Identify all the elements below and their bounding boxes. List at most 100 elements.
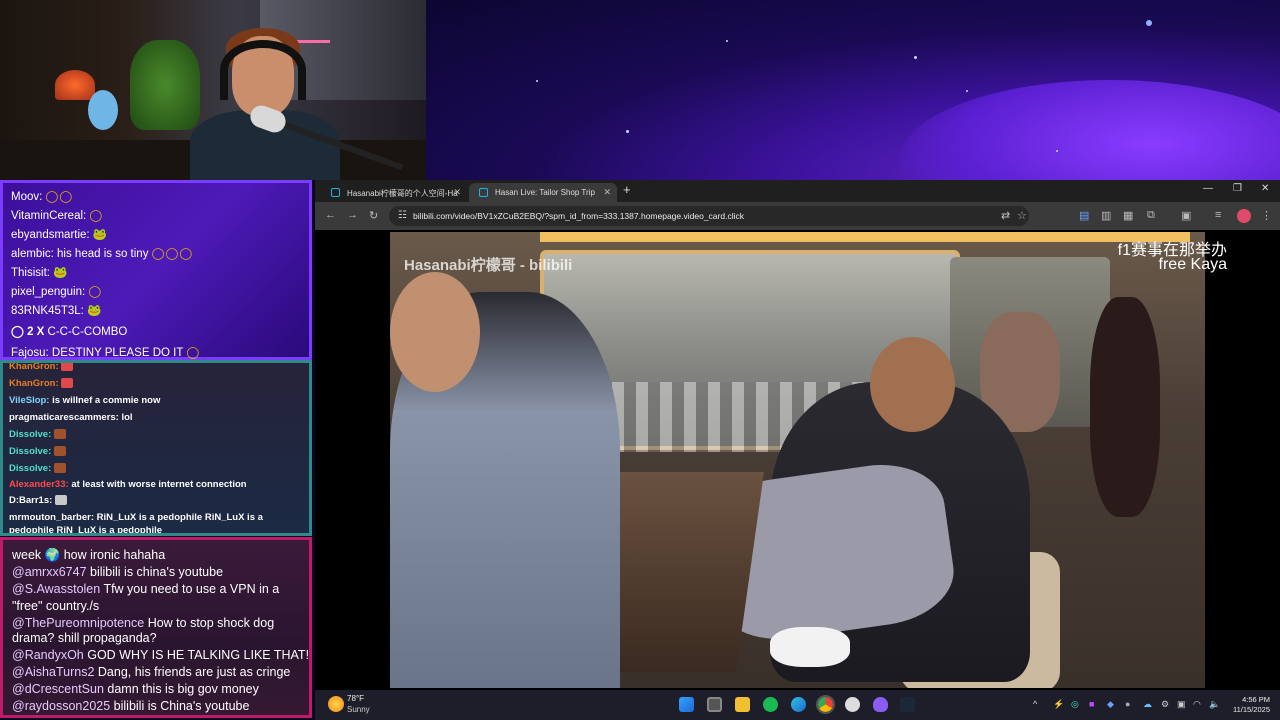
- extension-icon[interactable]: ▦: [1123, 209, 1133, 222]
- extension-icon[interactable]: ▥: [1101, 209, 1111, 222]
- tab-hasan-live[interactable]: Hasan Live: Tailor Shop Trip ✕: [469, 183, 617, 202]
- tray-app-icon[interactable]: ⚙: [1161, 699, 1169, 710]
- url-text: bilibili.com/video/BV1xZCuB2EBQ/?spm_id_…: [413, 211, 744, 221]
- close-window-button[interactable]: ✕: [1261, 183, 1269, 194]
- reading-list-icon[interactable]: ≡: [1215, 209, 1221, 221]
- tray-app-icon[interactable]: ☁: [1143, 699, 1152, 710]
- star: [536, 80, 538, 82]
- chat-message: drama? shill propaganda?: [12, 631, 157, 645]
- weather-sun-icon[interactable]: [328, 696, 344, 712]
- star: [966, 90, 968, 92]
- tray-app-icon[interactable]: ■: [1089, 699, 1094, 709]
- steam-icon[interactable]: [900, 697, 915, 712]
- chat-message: Alexander33: at least with worse interne…: [9, 479, 247, 490]
- star: [914, 56, 917, 59]
- tray-app-icon[interactable]: ◆: [1107, 699, 1114, 710]
- chat-message: Moov: ◯◯: [11, 191, 74, 203]
- browser-toolbar: ← → ↻ ☷ bilibili.com/video/BV1xZCuB2EBQ/…: [315, 202, 1280, 230]
- extensions-puzzle-icon[interactable]: ⧉: [1147, 209, 1155, 222]
- chat-message: KhanGron:: [9, 378, 74, 389]
- chat-message: KhanGron:: [9, 363, 74, 372]
- tray-app-icon[interactable]: ▣: [1177, 699, 1186, 710]
- chat-message: @RandyxOh GOD WHY IS HE TALKING LIKE THA…: [12, 648, 310, 662]
- chrome-icon[interactable]: [816, 695, 835, 714]
- more-menu-icon[interactable]: ⋮: [1261, 209, 1272, 222]
- webcam-lamp: [55, 70, 95, 100]
- address-bar[interactable]: ☷ bilibili.com/video/BV1xZCuB2EBQ/?spm_i…: [389, 206, 1029, 226]
- bookmark-star-icon[interactable]: ☆: [1017, 209, 1027, 222]
- edge-icon[interactable]: [791, 697, 806, 712]
- chat-message: @ThePureomnipotence How to stop shock do…: [12, 616, 275, 630]
- obs-icon[interactable]: [845, 697, 860, 712]
- star: [726, 40, 728, 42]
- clock-time: 4:56 PM: [1242, 695, 1270, 704]
- chat-message: pragmaticarescammers: lol: [9, 412, 133, 423]
- wifi-icon[interactable]: ◠: [1193, 699, 1201, 710]
- star: [1056, 150, 1058, 152]
- chat-message: Dissolve:: [9, 463, 66, 474]
- passenger-foreground-head: [390, 272, 480, 392]
- profile-avatar[interactable]: [1237, 209, 1251, 223]
- chat-panel-top[interactable]: Moov: ◯◯ VitaminCereal: ◯ ebyandsmartie:…: [0, 180, 312, 360]
- windows-taskbar: 78°F Sunny ^ ⚡ ◎ ■ ◆ ● ☁ ⚙ ▣ ◠ 🔈 4:56 PM…: [315, 690, 1280, 720]
- new-tab-button[interactable]: +: [623, 182, 631, 197]
- reload-icon[interactable]: ↻: [369, 209, 378, 222]
- bilibili-tab-icon: [479, 188, 488, 197]
- star: [626, 130, 629, 133]
- webcam-plant: [130, 40, 200, 130]
- spotify-icon[interactable]: [763, 697, 778, 712]
- sneaker: [770, 627, 850, 667]
- space-background: [426, 0, 1280, 240]
- file-explorer-icon[interactable]: [735, 697, 750, 712]
- star: [1146, 20, 1152, 26]
- tab-bilibili-profile[interactable]: Hasanabi柠檬哥的个人空间-Ha ✕: [321, 183, 467, 202]
- media-icon[interactable]: ▣: [1181, 209, 1191, 222]
- close-tab-icon[interactable]: ✕: [453, 187, 461, 198]
- start-icon[interactable]: [679, 697, 694, 712]
- passenger-head: [870, 337, 955, 432]
- video-player[interactable]: Hasanabi柠檬哥 - bilibili: [390, 232, 1205, 688]
- chat-message: Dissolve:: [9, 446, 66, 457]
- webcam-figurine: [88, 90, 118, 130]
- close-tab-icon[interactable]: ✕: [603, 187, 611, 198]
- headphones-icon: [220, 40, 306, 100]
- chat-panel-middle[interactable]: KhanGron: KhanGron: VileSlop: is willnef…: [0, 360, 312, 536]
- translate-icon[interactable]: ⇄: [1001, 209, 1010, 222]
- forward-icon[interactable]: →: [347, 209, 358, 221]
- minimize-button[interactable]: —: [1203, 183, 1213, 194]
- bilibili-tab-icon: [331, 188, 340, 197]
- chat-message: pedophile RiN_LuX is a pedophile: [9, 525, 163, 536]
- chat-message: Fajosu: DESTINY PLEASE DO IT ◯: [11, 347, 201, 359]
- extension-icon[interactable]: ▤: [1079, 209, 1089, 222]
- chat-message: Thisisit: 🐸: [11, 267, 68, 279]
- danmaku-text: free Kaya: [1158, 256, 1227, 273]
- chat-message: D:Barr1s:: [9, 495, 67, 506]
- chat-message: @S.Awasstolen Tfw you need to use a VPN …: [12, 582, 280, 596]
- weather-desc: Sunny: [347, 705, 370, 714]
- tray-app-icon[interactable]: ⚡: [1053, 699, 1064, 710]
- van-ceiling-light: [540, 232, 1190, 242]
- chat-message: @raydosson2025 bilibili is China's youtu…: [12, 699, 250, 713]
- system-clock[interactable]: 4:56 PM 11/15/2025: [1233, 695, 1270, 715]
- video-watermark: Hasanabi柠檬哥 - bilibili: [404, 257, 573, 274]
- weather-temp: 78°F: [347, 694, 364, 703]
- chat-message: @amrxx6747 bilibili is china's youtube: [12, 565, 224, 579]
- clock-date: 11/15/2025: [1233, 705, 1270, 714]
- chat-message: @AishaTurns2 Dang, his friends are just …: [12, 665, 291, 679]
- app-icon[interactable]: [873, 697, 888, 712]
- restore-button[interactable]: ❐: [1233, 183, 1242, 194]
- chat-panel-bottom[interactable]: week 🌍 how ironic hahaha @amrxx6747 bili…: [0, 537, 312, 718]
- tray-overflow-icon[interactable]: ^: [1033, 699, 1037, 709]
- chat-message: mrmouton_barber: RiN_LuX is a pedophile …: [9, 512, 263, 523]
- volume-icon[interactable]: 🔈: [1209, 699, 1220, 710]
- chat-message: week 🌍 how ironic hahaha: [12, 548, 166, 562]
- back-icon[interactable]: ←: [325, 209, 336, 221]
- site-info-icon[interactable]: ☷: [398, 210, 407, 221]
- chat-message: Dissolve:: [9, 429, 66, 440]
- tray-steam-icon[interactable]: ●: [1125, 699, 1130, 709]
- chat-message: VitaminCereal: ◯: [11, 210, 104, 222]
- chat-message: ebyandsmartie: 🐸: [11, 229, 108, 241]
- stream-layout: Moov: ◯◯ VitaminCereal: ◯ ebyandsmartie:…: [0, 0, 1280, 720]
- task-view-icon[interactable]: [707, 697, 722, 712]
- tray-app-icon[interactable]: ◎: [1071, 699, 1079, 710]
